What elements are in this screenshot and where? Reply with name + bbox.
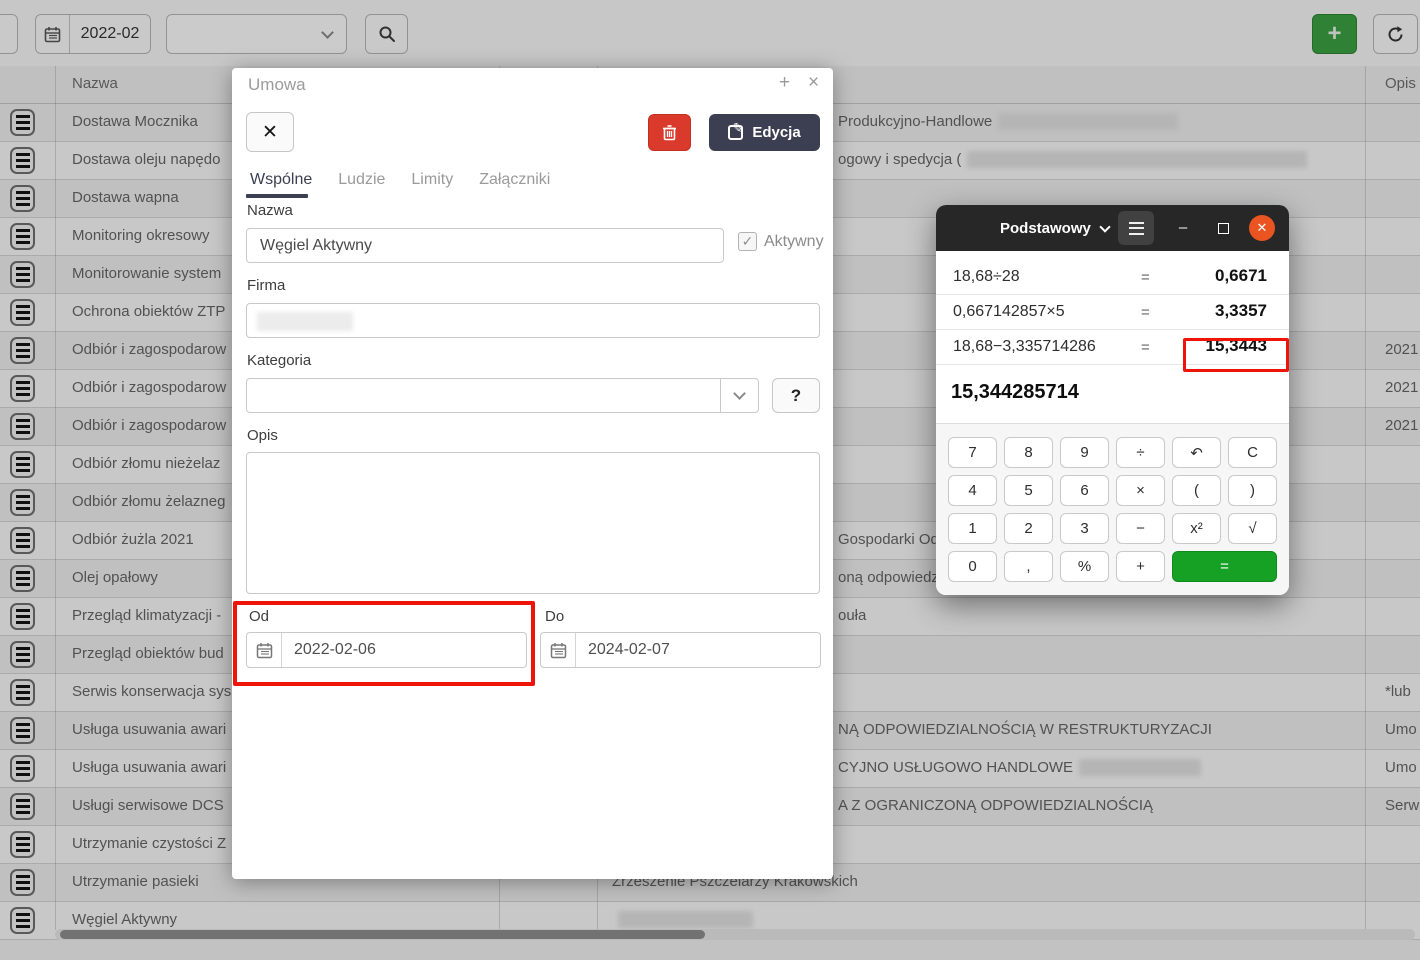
edit-button[interactable]: Edycja xyxy=(709,114,820,151)
screen: 2022-02 + Nazwa Opis Dostawa Mocznika Pr… xyxy=(0,0,1420,960)
nazwa-value: Węgiel Aktywny xyxy=(260,237,372,255)
calc-key-,[interactable]: , xyxy=(1004,551,1053,582)
history-result[interactable]: 0,6671 xyxy=(1215,266,1267,286)
history-result[interactable]: 3,3357 xyxy=(1215,301,1267,321)
calculator-titlebar[interactable]: Podstawowy – ✕ xyxy=(936,205,1289,251)
calc-key-=[interactable]: = xyxy=(1172,551,1277,582)
equals-sign: = xyxy=(1141,304,1150,321)
redacted-block xyxy=(257,312,353,331)
dialog-expand-icon[interactable]: + xyxy=(779,72,790,94)
window-close-button[interactable]: ✕ xyxy=(1249,215,1275,241)
maximize-button[interactable] xyxy=(1208,213,1238,243)
do-value[interactable]: 2024-02-07 xyxy=(576,641,670,659)
calc-key-%[interactable]: % xyxy=(1060,551,1109,582)
opis-textarea[interactable] xyxy=(246,452,820,594)
tab-zalaczniki[interactable]: Załączniki xyxy=(479,171,550,189)
menu-button[interactable] xyxy=(1118,211,1154,245)
trash-icon xyxy=(662,124,677,141)
calc-key-x²[interactable]: x² xyxy=(1172,513,1221,544)
calc-key-2[interactable]: 2 xyxy=(1004,513,1053,544)
do-label: Do xyxy=(545,608,564,625)
calc-key-3[interactable]: 3 xyxy=(1060,513,1109,544)
calc-key-6[interactable]: 6 xyxy=(1060,475,1109,506)
kategoria-label: Kategoria xyxy=(247,352,311,369)
calc-key-C[interactable]: C xyxy=(1228,437,1277,468)
nazwa-label: Nazwa xyxy=(247,202,293,219)
annotation-box-od-field xyxy=(233,601,535,686)
chevron-down-icon[interactable] xyxy=(720,379,758,412)
delete-button[interactable] xyxy=(648,114,691,151)
calc-key-√[interactable]: √ xyxy=(1228,513,1277,544)
firma-label: Firma xyxy=(247,277,285,294)
edit-icon xyxy=(728,125,743,140)
calc-key-([interactable]: ( xyxy=(1172,475,1221,506)
calc-key-↶[interactable]: ↶ xyxy=(1172,437,1221,468)
calc-key-9[interactable]: 9 xyxy=(1060,437,1109,468)
annotation-box-calc-result xyxy=(1183,338,1289,372)
active-tab-underline xyxy=(246,194,308,198)
calc-key-7[interactable]: 7 xyxy=(948,437,997,468)
calendar-icon[interactable] xyxy=(541,633,576,667)
calc-key-5[interactable]: 5 xyxy=(1004,475,1053,506)
minimize-button[interactable]: – xyxy=(1168,213,1198,243)
tab-ludzie[interactable]: Ludzie xyxy=(338,171,385,189)
calc-key-4[interactable]: 4 xyxy=(948,475,997,506)
edit-button-label: Edycja xyxy=(752,124,800,141)
calculator-mode-label: Podstawowy xyxy=(1000,220,1091,237)
calc-key-−[interactable]: − xyxy=(1116,513,1165,544)
display-value: 15,344285714 xyxy=(951,381,1079,404)
umowa-dialog: Umowa + × ✕ Edycja Wspólne Ludzie Limity… xyxy=(232,68,833,879)
dialog-tabs: Wspólne Ludzie Limity Załączniki xyxy=(250,171,550,189)
calculator-window: Podstawowy – ✕ 18,68÷28 = 0,6671 0,66714… xyxy=(936,205,1289,595)
kategoria-help-button[interactable]: ? xyxy=(772,378,820,413)
calculator-display: 15,344285714 xyxy=(936,366,1289,423)
calc-key-×[interactable]: × xyxy=(1116,475,1165,506)
nazwa-input[interactable]: Węgiel Aktywny xyxy=(246,228,724,263)
aktywny-label: Aktywny xyxy=(764,233,824,251)
firma-input[interactable] xyxy=(246,303,820,338)
calculator-keypad: 789÷↶C 456×() 123−x²√ 0,%+= xyxy=(936,423,1289,595)
maximize-icon xyxy=(1218,223,1229,234)
dialog-close-icon[interactable]: × xyxy=(808,72,819,94)
calc-key-1[interactable]: 1 xyxy=(948,513,997,544)
history-expression: 18,68−3,335714286 xyxy=(953,338,1096,356)
equals-sign: = xyxy=(1141,339,1150,356)
history-row[interactable]: 0,667142857×5 = 3,3357 xyxy=(936,295,1289,330)
history-expression: 18,68÷28 xyxy=(953,268,1020,286)
calculator-mode-selector[interactable]: Podstawowy xyxy=(1000,205,1109,251)
calc-key-0[interactable]: 0 xyxy=(948,551,997,582)
close-button[interactable]: ✕ xyxy=(246,112,294,152)
check-icon: ✓ xyxy=(742,233,754,250)
kategoria-select[interactable] xyxy=(246,378,759,413)
chevron-down-icon xyxy=(1099,221,1110,232)
tab-wspolne[interactable]: Wspólne xyxy=(250,171,312,189)
history-row[interactable]: 18,68÷28 = 0,6671 xyxy=(936,251,1289,295)
aktywny-checkbox[interactable]: ✓ xyxy=(738,232,757,251)
equals-sign: = xyxy=(1141,269,1150,286)
history-expression: 0,667142857×5 xyxy=(953,303,1065,321)
calc-key-)[interactable]: ) xyxy=(1228,475,1277,506)
dialog-title: Umowa xyxy=(248,75,306,95)
do-date-input[interactable]: 2024-02-07 xyxy=(540,632,821,668)
calc-key-+[interactable]: + xyxy=(1116,551,1165,582)
tab-limity[interactable]: Limity xyxy=(411,171,453,189)
calc-key-÷[interactable]: ÷ xyxy=(1116,437,1165,468)
opis-label: Opis xyxy=(247,427,278,444)
calc-key-8[interactable]: 8 xyxy=(1004,437,1053,468)
